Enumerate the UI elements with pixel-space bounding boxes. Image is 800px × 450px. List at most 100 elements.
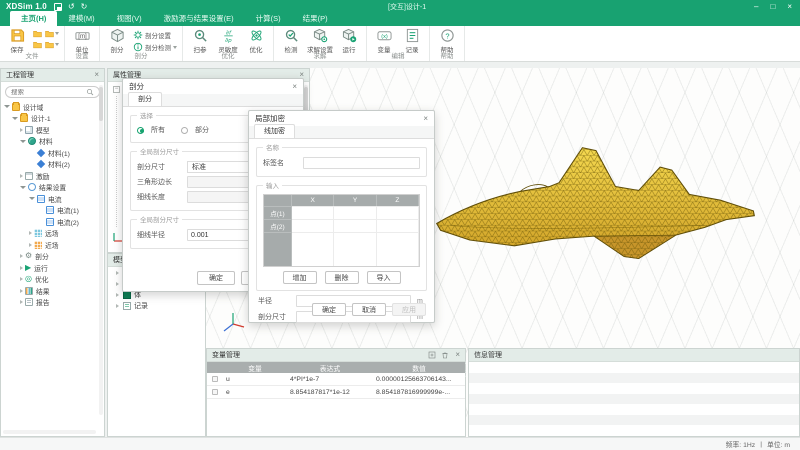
corner-cell [264, 195, 292, 206]
radio-part[interactable] [181, 127, 188, 134]
document-list-icon [405, 28, 420, 43]
ribbon-group-optimize: 扫参 灵敏度 优化 优化 [183, 26, 274, 61]
label-name-input[interactable] [303, 157, 420, 169]
info-panel-body [469, 362, 799, 436]
question-circle-icon [440, 28, 455, 43]
box-play-icon [342, 28, 357, 43]
tab-compute[interactable]: 计算(S) [245, 11, 292, 26]
tab-mesh[interactable]: 剖分 [128, 92, 162, 106]
document-title: [交互]设计-1 [388, 2, 426, 12]
close-icon[interactable]: × [423, 115, 428, 123]
tree-item-farfield[interactable]: 远场 [1, 228, 104, 240]
status-frequency: 频率: 1Hz [726, 439, 755, 449]
current-icon [46, 206, 54, 214]
cell-input[interactable] [334, 219, 376, 232]
ribbon-group-solve: 检测 求解设置 运行 求解 [274, 26, 367, 61]
undo-icon[interactable]: ↺ [68, 3, 75, 11]
add-button[interactable]: 增加 [283, 271, 317, 284]
radio-all[interactable] [137, 127, 144, 134]
project-panel-title: 工程管理 [6, 70, 34, 80]
cell-input[interactable] [292, 206, 334, 219]
redo-icon[interactable]: ↻ [81, 3, 88, 11]
tab-modeling[interactable]: 建模(M) [57, 11, 105, 26]
table-row[interactable]: e 8.854187817*1e-12 8.854187816999999e-.… [207, 386, 465, 399]
search-input[interactable] [11, 89, 86, 96]
open-project-button[interactable] [33, 29, 42, 38]
maximize-button[interactable]: □ [770, 2, 775, 11]
tree-item-current-2[interactable]: 电流(2) [1, 216, 104, 228]
delete-button[interactable]: 删除 [325, 271, 359, 284]
ok-button[interactable]: 确定 [312, 303, 346, 316]
col-x: X [292, 195, 334, 206]
mesh-dialog-tabs: 剖分 [123, 94, 303, 107]
mesh-settings-button[interactable]: 剖分设置 [133, 30, 177, 40]
folder-icon [33, 40, 42, 49]
tree-item-result[interactable]: 结果 [1, 285, 104, 297]
tree-item-current-1[interactable]: 电流(1) [1, 205, 104, 217]
delete-variable-icon[interactable] [441, 351, 449, 359]
cancel-button[interactable]: 取消 [352, 303, 386, 316]
ribbon-group-help: 帮助 帮助 [430, 26, 465, 61]
tab-home[interactable]: 主页(H) [10, 11, 57, 26]
tree-item-design-1[interactable]: 设计-1 [1, 113, 104, 125]
tree-item-design-domain[interactable]: 设计域 [1, 101, 104, 113]
cell-input[interactable] [334, 206, 376, 219]
result-icon [25, 287, 33, 295]
mesh-dialog-title: 剖分 [129, 81, 144, 92]
tree-item-material[interactable]: 材料 [1, 136, 104, 148]
close-button[interactable]: × [787, 2, 792, 11]
add-variable-icon[interactable] [428, 351, 436, 359]
excitation-icon [25, 172, 33, 180]
tree-item-nearfield[interactable]: 近场 [1, 239, 104, 251]
refine-dialog-title: 局部加密 [255, 113, 285, 124]
folder-icon [45, 40, 54, 49]
tab-line-refine[interactable]: 线加密 [254, 124, 295, 138]
row-checkbox[interactable] [212, 389, 218, 395]
box-gear-icon [313, 28, 328, 43]
close-icon[interactable]: × [292, 83, 297, 91]
group-label-help: 帮助 [430, 50, 464, 60]
report-icon [25, 298, 33, 306]
import-project-button[interactable] [45, 40, 59, 49]
tree-item-report[interactable]: 报告 [1, 297, 104, 309]
tree-item-excitation[interactable]: 激励 [1, 170, 104, 182]
cell-input[interactable] [292, 219, 334, 232]
result-settings-icon [28, 183, 36, 191]
tree-item-current[interactable]: 电流 [1, 193, 104, 205]
apply-button[interactable]: 应用 [392, 303, 426, 316]
model-item-record[interactable]: 记录 [108, 300, 205, 311]
fighter-jet-mesh-model[interactable] [428, 138, 764, 274]
mesh-gear-icon: ⚙ [25, 252, 32, 260]
project-scrollbar[interactable] [99, 85, 103, 415]
tree-item-material-2[interactable]: 材料(2) [1, 159, 104, 171]
new-project-button[interactable] [33, 40, 42, 49]
tab-view[interactable]: 视图(V) [106, 11, 153, 26]
ok-button[interactable]: 确定 [197, 271, 235, 285]
import-button[interactable]: 导入 [367, 271, 401, 284]
quick-save-icon[interactable] [54, 3, 62, 11]
expander-icon[interactable]: − [113, 86, 120, 93]
material-icon [28, 137, 36, 145]
tree-item-mesh[interactable]: ⚙剖分 [1, 251, 104, 263]
folder-icon [12, 103, 20, 111]
current-icon [46, 218, 54, 226]
cell-input[interactable] [377, 219, 419, 232]
recent-projects-button[interactable] [45, 29, 59, 38]
tree-item-result-settings[interactable]: 结果设置 [1, 182, 104, 194]
project-hscrollbar[interactable] [3, 430, 96, 434]
tree-item-optimize[interactable]: ◎优化 [1, 274, 104, 286]
table-row[interactable]: u 4*PI*1e-7 0.00000125663706143... [207, 373, 465, 386]
tab-excitation-results[interactable]: 激励源与结果设置(E) [153, 11, 245, 26]
tree-item-material-1[interactable]: 材料(1) [1, 147, 104, 159]
cell-input[interactable] [377, 206, 419, 219]
project-panel-header: 工程管理 × [1, 69, 104, 82]
tab-results[interactable]: 结果(P) [292, 11, 339, 26]
tree-item-run[interactable]: ▶运行 [1, 262, 104, 274]
chevron-down-icon [55, 43, 59, 46]
close-icon[interactable]: × [94, 71, 99, 79]
row-checkbox[interactable] [212, 376, 218, 382]
project-search[interactable] [5, 86, 100, 98]
tree-item-model[interactable]: 模型 [1, 124, 104, 136]
minimize-button[interactable]: – [754, 2, 758, 11]
close-icon[interactable]: × [455, 351, 460, 359]
